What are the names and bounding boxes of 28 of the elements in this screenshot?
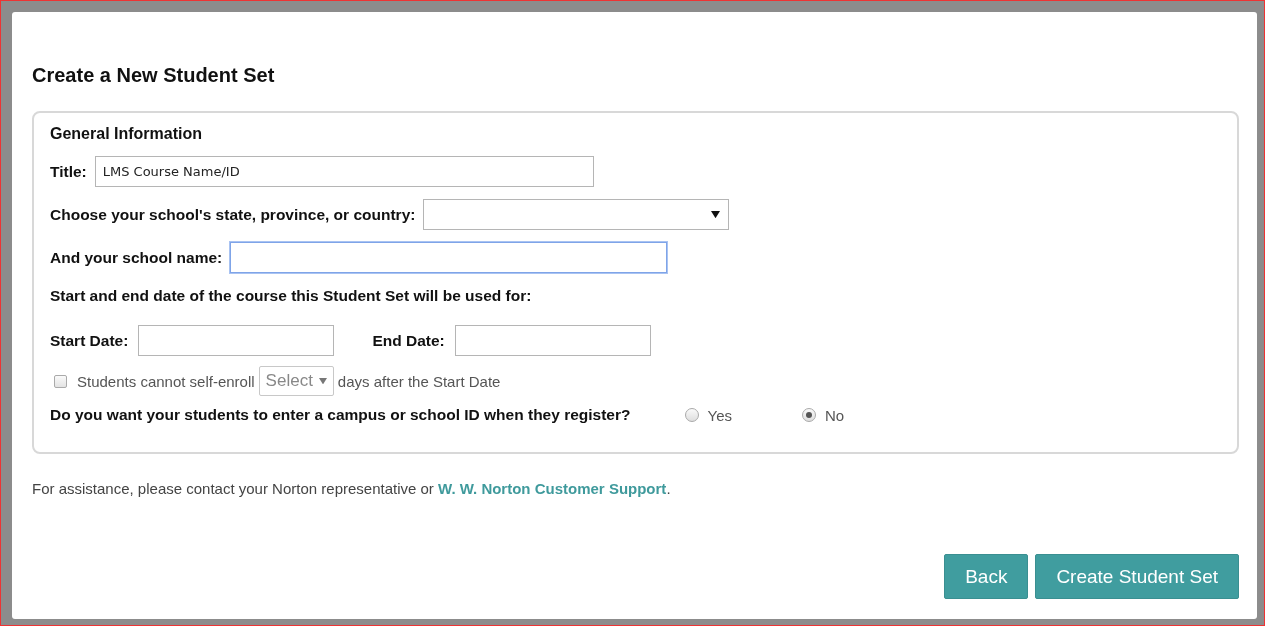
school-name-field[interactable] <box>230 242 668 273</box>
field-label: And your school name: <box>50 248 223 267</box>
caret-icon <box>318 377 327 385</box>
field-label: Choose your school's state, province, or country: <box>50 205 416 224</box>
caret-icon <box>711 210 721 219</box>
field-label: Title: <box>50 162 87 181</box>
create-button[interactable]: Create Student Set <box>1035 554 1239 599</box>
assistance-text: For assistance, please contact your Norton representative or W. W. Norton Customer Support. <box>32 480 672 497</box>
question-label: Do you want your students to enter a campus or school ID when they register? <box>50 406 631 424</box>
location-select[interactable] <box>423 199 730 230</box>
back-button[interactable]: Back <box>944 554 1029 599</box>
checkbox[interactable] <box>54 374 67 388</box>
title-field[interactable]: LMS Course Name/ID <box>94 156 594 187</box>
field-label: End Date: <box>372 331 445 350</box>
end-date-field[interactable] <box>454 325 651 356</box>
dialog-title: Create a New Student Set <box>32 64 276 87</box>
checkbox-label: Students cannot self-enroll <box>77 372 255 390</box>
dates-prompt: Start and end date of the course this Student Set will be used for: <box>50 287 532 305</box>
support-link[interactable]: W. W. Norton Customer Support <box>438 480 667 497</box>
radio-label: No <box>825 406 845 424</box>
radio-label: Yes <box>707 406 732 424</box>
radio-button[interactable] <box>802 408 816 422</box>
days-select[interactable]: Select <box>258 366 334 396</box>
start-date-field[interactable] <box>138 325 335 356</box>
days-suffix: days after the Start Date <box>337 372 501 390</box>
field-label: Start Date: <box>50 331 129 350</box>
radio-button[interactable] <box>684 408 699 422</box>
section-heading: General Information <box>50 125 204 143</box>
